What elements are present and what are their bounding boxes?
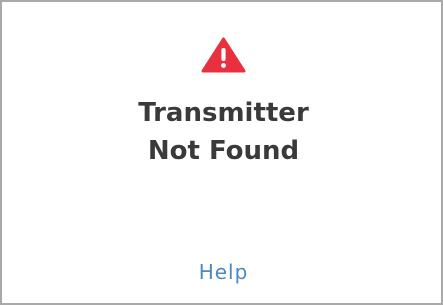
warning-triangle-icon	[201, 37, 246, 73]
alert-title: Transmitter Not Found	[2, 94, 443, 170]
help-link[interactable]: Help	[2, 258, 443, 286]
transmitter-alert-dialog: Transmitter Not Found Help	[0, 0, 443, 305]
alert-title-line-1: Transmitter	[138, 98, 309, 128]
alert-title-line-2: Not Found	[147, 136, 300, 166]
